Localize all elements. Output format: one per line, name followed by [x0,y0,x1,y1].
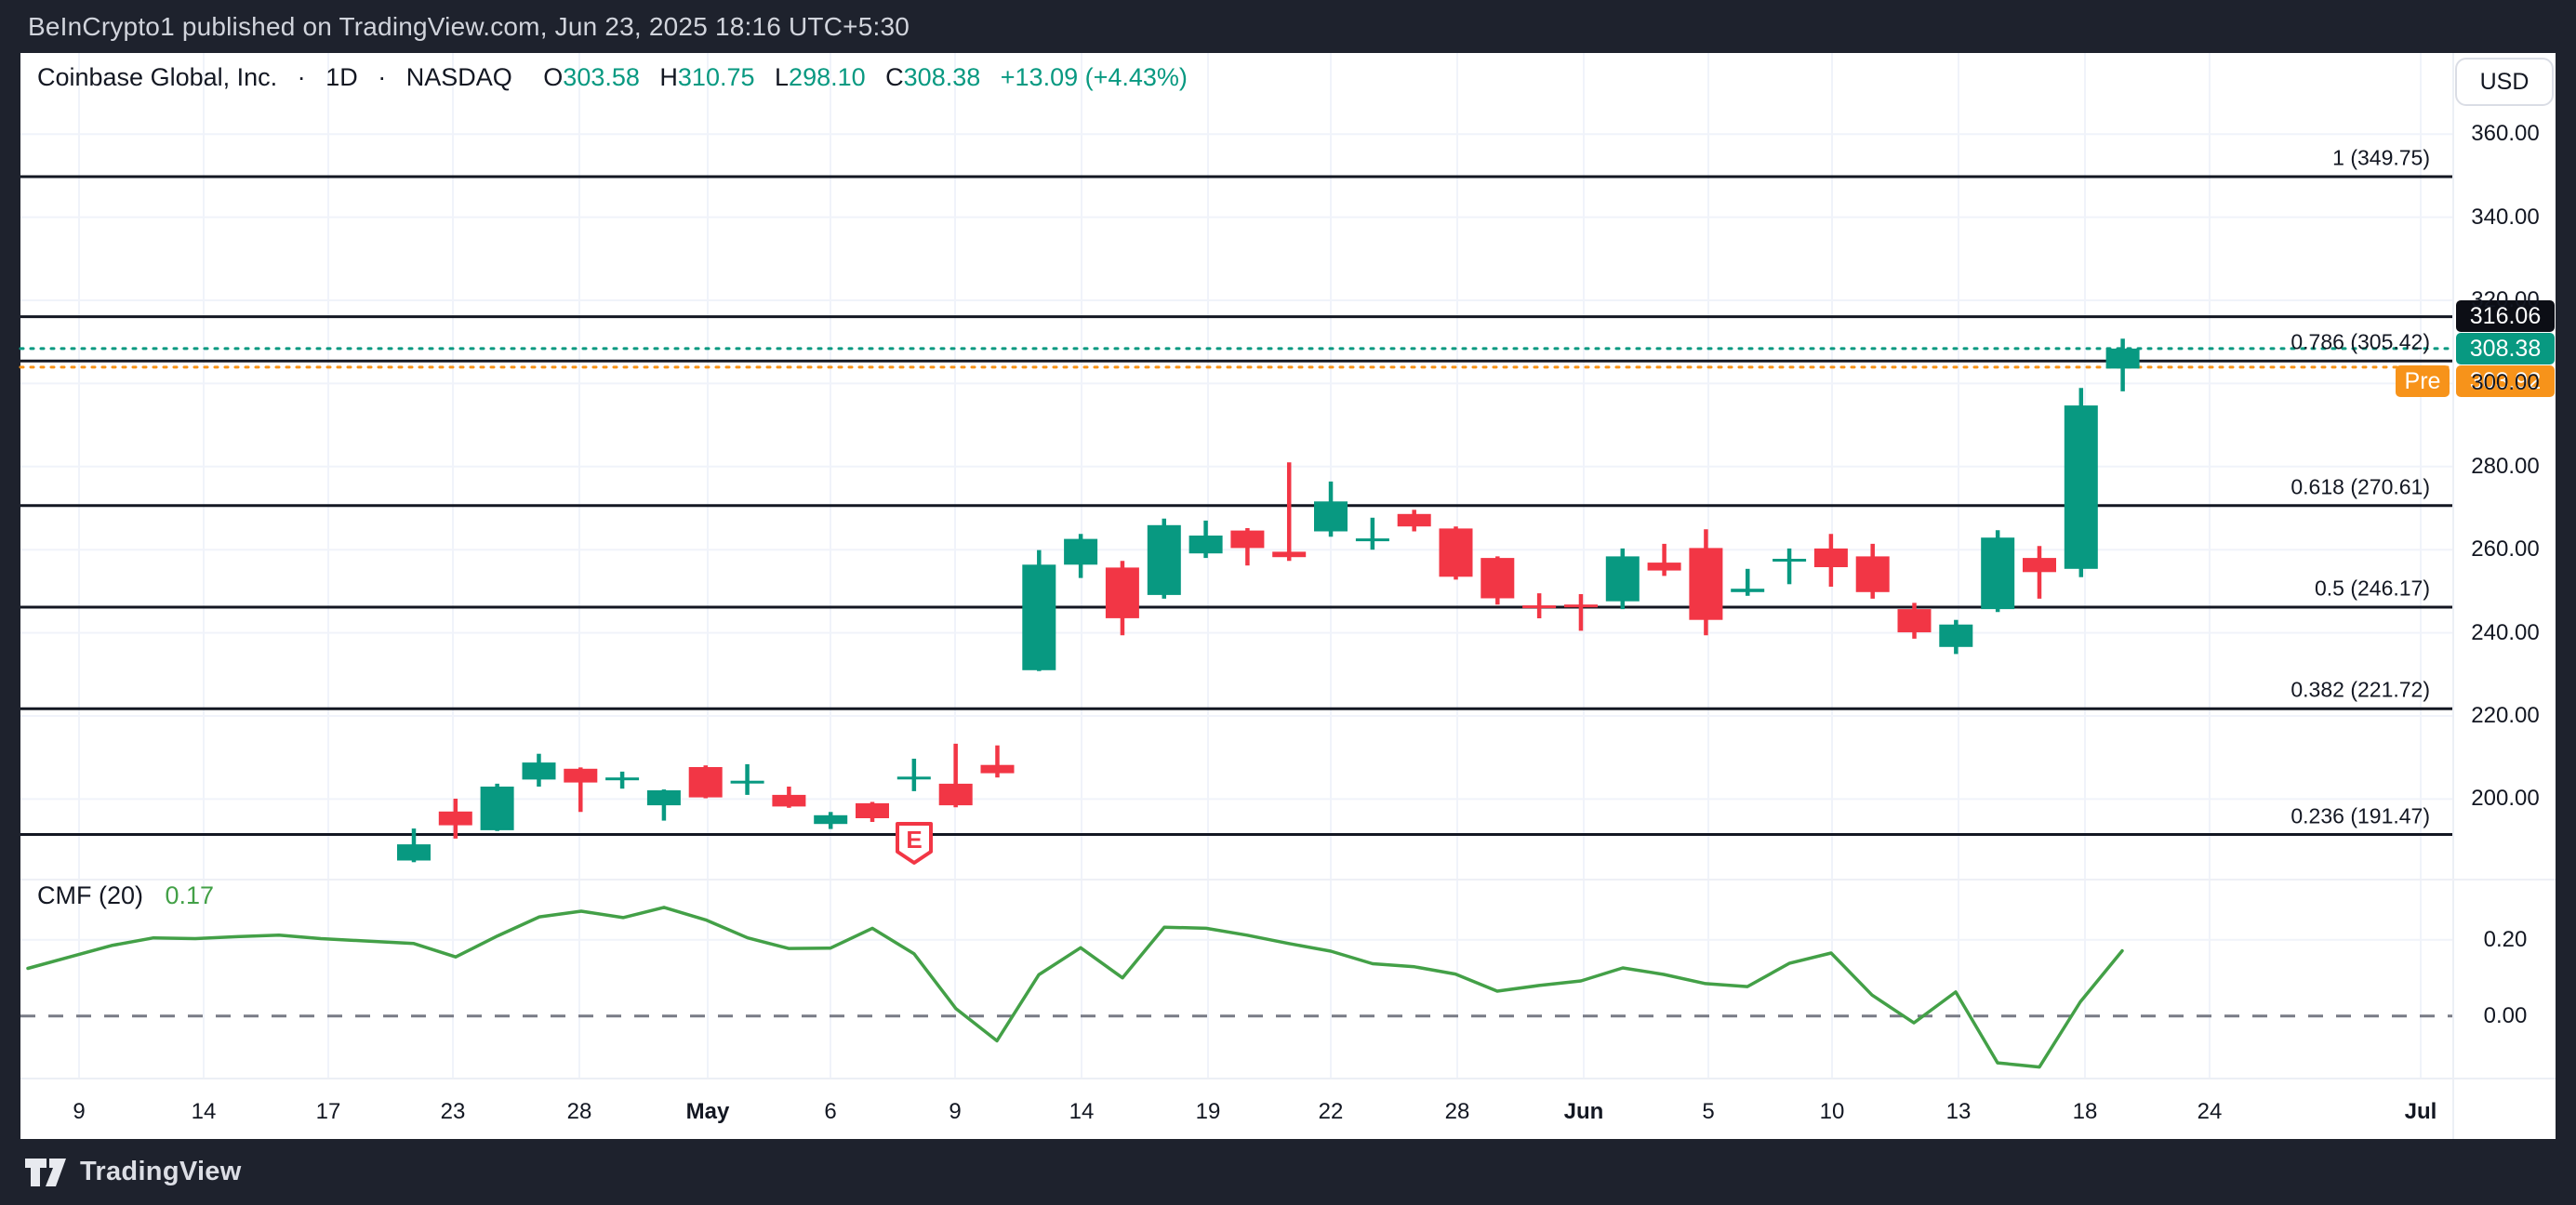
symbol-legend[interactable]: Coinbase Global, Inc. · 1D · NASDAQ O303… [37,63,1188,95]
fib-level-label: 1 (349.75) [0,146,2430,171]
time-tick-label: 9 [73,1099,85,1125]
snapshot-bottombar: TradingView [0,1139,2576,1205]
cmf-indicator-legend[interactable]: CMF (20) 0.17 [37,881,214,910]
price-tick-label: 300.00 [2457,370,2554,396]
close-value: 308.38 [904,63,981,91]
time-tick-label: 6 [824,1099,836,1125]
snapshot-titlebar: BeInCrypto1 published on TradingView.com… [0,0,2576,53]
currency-toggle-button[interactable]: USD [2455,58,2554,106]
tradingview-logo[interactable]: TradingView [24,1157,242,1188]
price-tick-label: 220.00 [2457,703,2554,729]
interval-label[interactable]: 1D [325,63,358,91]
time-tick-label: 23 [441,1099,466,1125]
time-tick-label: 22 [1319,1099,1344,1125]
time-tick-label: Jul [2405,1099,2437,1125]
time-tick-label: 24 [2198,1099,2223,1125]
time-tick-label: 18 [2073,1099,2098,1125]
high-value: 310.75 [678,63,755,91]
snapshot-frame: BeInCrypto1 published on TradingView.com… [0,0,2576,1205]
open-label: O [543,63,563,91]
price-tick-label: 200.00 [2457,786,2554,812]
time-tick-label: 10 [1820,1099,1845,1125]
price-tick-label: 260.00 [2457,536,2554,563]
time-tick-label: May [686,1099,730,1125]
snapshot-title: BeInCrypto1 published on TradingView.com… [28,12,910,42]
time-tick-label: 14 [1069,1099,1095,1125]
time-tick-label: 9 [949,1099,961,1125]
price-tick-label: 240.00 [2457,620,2554,646]
fib-level-label: 0.5 (246.17) [0,576,2430,602]
time-tick-label: 17 [316,1099,341,1125]
pre-market-badge: Pre [2396,365,2450,397]
high-label: H [659,63,678,91]
price-tick-label: 340.00 [2457,205,2554,231]
fib-level-label: 0.786 (305.42) [0,330,2430,355]
legend-separator: · [298,63,306,91]
fib-level-label: 0.618 (270.61) [0,474,2430,499]
low-label: L [775,63,789,91]
price-tick-label: 320.00 [2457,287,2554,313]
fib-level-label: 0.382 (221.72) [0,678,2430,703]
change-value: +13.09 (+4.43%) [1001,63,1188,91]
time-tick-label: Jun [1564,1099,1604,1125]
fib-level-label: 0.236 (191.47) [0,803,2430,828]
time-tick-label: 13 [1946,1099,1972,1125]
price-tick-label: 360.00 [2457,121,2554,147]
cmf-tick-label: 0.00 [2457,1003,2554,1029]
time-tick-label: 28 [567,1099,592,1125]
cmf-tick-label: 0.20 [2457,927,2554,953]
cmf-name: CMF (20) [37,881,143,909]
tradingview-logo-text: TradingView [80,1157,242,1187]
exchange-label: NASDAQ [406,63,512,91]
last-price-label[interactable]: 308.38 [2456,333,2555,364]
time-tick-label: 5 [1702,1099,1714,1125]
open-value: 303.58 [563,63,640,91]
currency-label: USD [2480,69,2530,96]
time-tick-label: 19 [1196,1099,1221,1125]
close-label: C [885,63,904,91]
time-tick-label: 28 [1445,1099,1470,1125]
legend-separator: · [378,63,386,91]
earnings-letter: E [906,826,922,854]
low-value: 298.10 [789,63,866,91]
tradingview-logo-icon [24,1157,67,1188]
cmf-value: 0.17 [166,881,215,909]
time-tick-label: 14 [192,1099,217,1125]
price-tick-label: 280.00 [2457,454,2554,480]
symbol-name[interactable]: Coinbase Global, Inc. [37,63,277,91]
